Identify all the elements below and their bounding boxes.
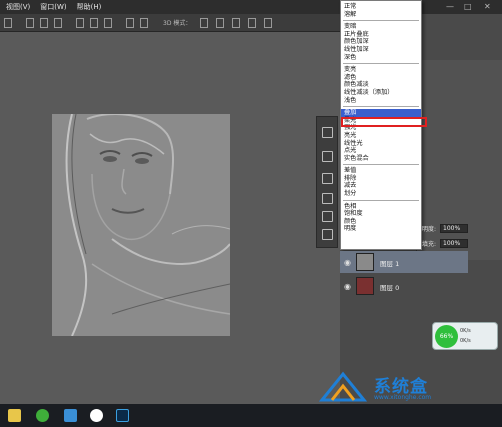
network-speed-widget[interactable]: 66% 0K/s 0K/s [432, 322, 498, 350]
align-icon[interactable] [54, 18, 62, 28]
clone-source-icon[interactable] [322, 211, 333, 222]
menu-separator [343, 106, 419, 108]
photos-icon[interactable] [64, 409, 77, 422]
tool-presets-icon[interactable] [322, 229, 333, 240]
upload-speed: 0K/s [460, 328, 471, 334]
blend-option[interactable]: 实色混合 [341, 155, 421, 163]
layer-thumbnail [356, 253, 374, 271]
align-icon[interactable] [26, 18, 34, 28]
blend-option[interactable]: 变亮 [341, 66, 421, 74]
blend-option[interactable]: 变暗 [341, 23, 421, 31]
menu-help[interactable]: 帮助(H) [77, 2, 102, 12]
panel-icon-strip [316, 116, 338, 248]
file-explorer-icon[interactable] [8, 409, 21, 422]
blend-option[interactable]: 亮光 [341, 132, 421, 140]
speed-percent: 66% [435, 325, 458, 348]
opacity-label: 明度: [422, 226, 437, 233]
site-watermark: 系统盒 www.xitonghe.com [318, 370, 502, 404]
3d-rotate-icon[interactable] [200, 18, 208, 28]
character-icon[interactable] [322, 151, 333, 162]
brush-icon[interactable] [322, 193, 333, 204]
minimize-button[interactable]: — [446, 2, 454, 11]
blend-option[interactable]: 明度 [341, 225, 421, 233]
browser-icon[interactable] [36, 409, 49, 422]
embossed-portrait-image [52, 114, 230, 336]
blend-option[interactable]: 线性光 [341, 140, 421, 148]
menu-view[interactable]: 视图(V) [6, 2, 30, 12]
photoshop-icon[interactable] [116, 409, 129, 422]
3d-roll-icon[interactable] [216, 18, 224, 28]
blend-option-selected[interactable]: 叠加 [341, 109, 421, 117]
blend-option[interactable]: 溶解 [341, 11, 421, 19]
layers-list: ◉ 图层 1 ◉ 图层 0 [340, 251, 468, 299]
layer-row[interactable]: ◉ 图层 0 [340, 275, 468, 297]
download-speed: 0K/s [460, 338, 471, 344]
paragraph-icon[interactable] [322, 173, 333, 184]
blend-option[interactable]: 点光 [341, 147, 421, 155]
fill-row: 填充: 100% [422, 239, 498, 249]
3d-mode-label: 3D 模式： [163, 20, 192, 27]
opacity-input[interactable]: 100% [440, 224, 468, 233]
eye-icon[interactable]: ◉ [344, 258, 351, 267]
distribute-icon[interactable] [140, 18, 148, 28]
blend-option[interactable]: 线性减淡（添加） [341, 89, 421, 97]
media-player-icon[interactable] [90, 409, 103, 422]
watermark-logo-icon [318, 371, 368, 402]
menu-window[interactable]: 窗口(W) [40, 2, 66, 12]
restore-button[interactable]: □ [464, 2, 472, 11]
close-button[interactable]: ✕ [484, 2, 491, 11]
3d-slide-icon[interactable] [248, 18, 256, 28]
blend-option[interactable]: 深色 [341, 54, 421, 62]
blend-option[interactable]: 颜色减淡 [341, 81, 421, 89]
blend-option[interactable]: 线性加深 [341, 46, 421, 54]
blend-option[interactable]: 浅色 [341, 97, 421, 105]
distribute-icon[interactable] [104, 18, 112, 28]
blend-option[interactable]: 饱和度 [341, 210, 421, 218]
fill-label: 填充: [422, 241, 437, 248]
menu-separator [343, 164, 419, 166]
watermark-url: www.xitonghe.com [374, 394, 432, 401]
distribute-icon[interactable] [126, 18, 134, 28]
align-icon[interactable] [4, 18, 12, 28]
menu-separator [343, 199, 419, 201]
taskbar [0, 404, 502, 427]
selection-highlight-box [341, 117, 427, 127]
3d-pan-icon[interactable] [232, 18, 240, 28]
blend-option[interactable]: 正常 [341, 3, 421, 11]
distribute-icon[interactable] [76, 18, 84, 28]
fill-input[interactable]: 100% [440, 239, 468, 248]
layer-name: 图层 0 [380, 284, 400, 292]
blend-option[interactable]: 差值 [341, 167, 421, 175]
3d-scale-icon[interactable] [264, 18, 272, 28]
opacity-row: 明度: 100% [422, 224, 498, 234]
blend-option[interactable]: 划分 [341, 190, 421, 198]
menu-bar: 视图(V) 窗口(W) 帮助(H) [0, 0, 502, 14]
layer-thumbnail [356, 277, 374, 295]
align-icon[interactable] [40, 18, 48, 28]
blend-option[interactable]: 颜色加深 [341, 38, 421, 46]
layer-row[interactable]: ◉ 图层 1 [340, 251, 468, 273]
distribute-icon[interactable] [90, 18, 98, 28]
history-icon[interactable] [322, 127, 333, 138]
layer-name: 图层 1 [380, 260, 400, 268]
eye-icon[interactable]: ◉ [344, 282, 351, 291]
menu-separator [343, 63, 419, 65]
menu-separator [343, 20, 419, 22]
options-bar: 3D 模式： [0, 14, 340, 32]
blend-option[interactable]: 减去 [341, 182, 421, 190]
